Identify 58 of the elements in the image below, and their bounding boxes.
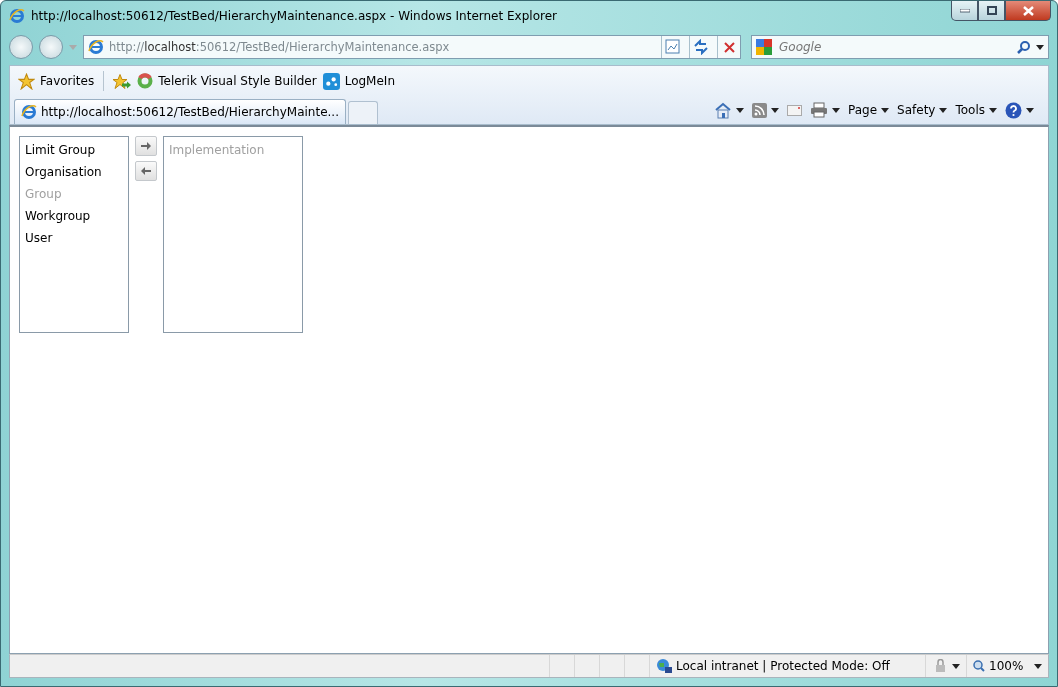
list-item[interactable]: User (20, 228, 128, 250)
search-box[interactable]: Google (751, 35, 1049, 59)
star-icon (18, 72, 35, 90)
maximize-icon[interactable] (986, 6, 997, 15)
caret-icon[interactable] (1026, 107, 1034, 113)
favorite-link[interactable]: Telerik Visual Style Builder (137, 73, 317, 89)
security-zone-text: Local intranet | Protected Mode: Off (676, 659, 890, 673)
close-icon[interactable] (723, 41, 735, 53)
ie-logo-icon (21, 104, 37, 120)
search-input[interactable]: Google (777, 39, 1012, 55)
globe-icon (656, 658, 672, 674)
feed-button[interactable] (752, 102, 779, 118)
page-icon (88, 39, 104, 55)
address-text: http://localhost:50612/TestBed/HierarchyMaintenance.aspx (109, 40, 451, 54)
move-right-button[interactable] (135, 136, 157, 156)
caret-icon[interactable] (989, 107, 997, 113)
caret-icon[interactable] (881, 107, 890, 113)
zoom-caret-icon[interactable] (1034, 663, 1042, 669)
zoom-button[interactable]: 100% (966, 655, 1048, 677)
caret-icon[interactable] (736, 107, 744, 113)
search-caret-icon[interactable] (1036, 44, 1044, 50)
dots-logo-icon (322, 72, 340, 90)
window-title: http://localhost:50612/TestBed/HierarchyMaintenance.aspx - Windows Internet Explorer (31, 9, 557, 23)
list-item[interactable]: Organisation (20, 162, 128, 184)
left-arrow-icon[interactable] (141, 167, 151, 175)
minimize-icon[interactable] (959, 8, 970, 13)
caret-icon[interactable] (832, 107, 840, 113)
close-button[interactable] (1005, 1, 1051, 21)
printer-icon[interactable] (810, 102, 828, 118)
back-button[interactable] (9, 35, 33, 59)
caret-icon[interactable] (771, 107, 779, 113)
menu-button[interactable]: Safety (897, 103, 948, 117)
browser-tab[interactable]: http://localhost:50612/TestBed/HierarchyMainte... (14, 99, 346, 124)
google-logo-icon (756, 39, 772, 55)
list-item[interactable]: Limit Group (20, 140, 128, 162)
favorite-link[interactable]: LogMeIn (322, 72, 395, 90)
home-button[interactable] (714, 101, 744, 119)
print-button[interactable] (810, 102, 840, 118)
forward-button[interactable] (39, 35, 63, 59)
popup-caret-icon[interactable] (952, 663, 960, 669)
search-icon[interactable] (1017, 40, 1031, 54)
move-left-button[interactable] (135, 161, 157, 181)
caret-icon[interactable] (939, 107, 948, 113)
right-arrow-icon[interactable] (141, 142, 151, 150)
list-item[interactable]: Workgroup (20, 206, 128, 228)
zoom-icon[interactable] (973, 660, 985, 672)
help-button[interactable] (1005, 101, 1034, 119)
minimize-button[interactable] (951, 1, 978, 21)
home-icon[interactable] (714, 101, 732, 119)
ie-logo-icon (9, 8, 25, 24)
favorites-button[interactable]: Favorites (18, 72, 95, 90)
menu-button[interactable]: Page (848, 103, 890, 117)
address-field[interactable]: http://localhost:50612/TestBed/HierarchyMaintenance.aspx (83, 35, 741, 59)
help-icon[interactable] (1005, 101, 1022, 119)
menu-button[interactable]: Tools (955, 103, 997, 117)
ring-logo-icon (137, 73, 154, 89)
add-favorite-button[interactable] (113, 72, 132, 90)
maximize-button[interactable] (978, 1, 1005, 21)
